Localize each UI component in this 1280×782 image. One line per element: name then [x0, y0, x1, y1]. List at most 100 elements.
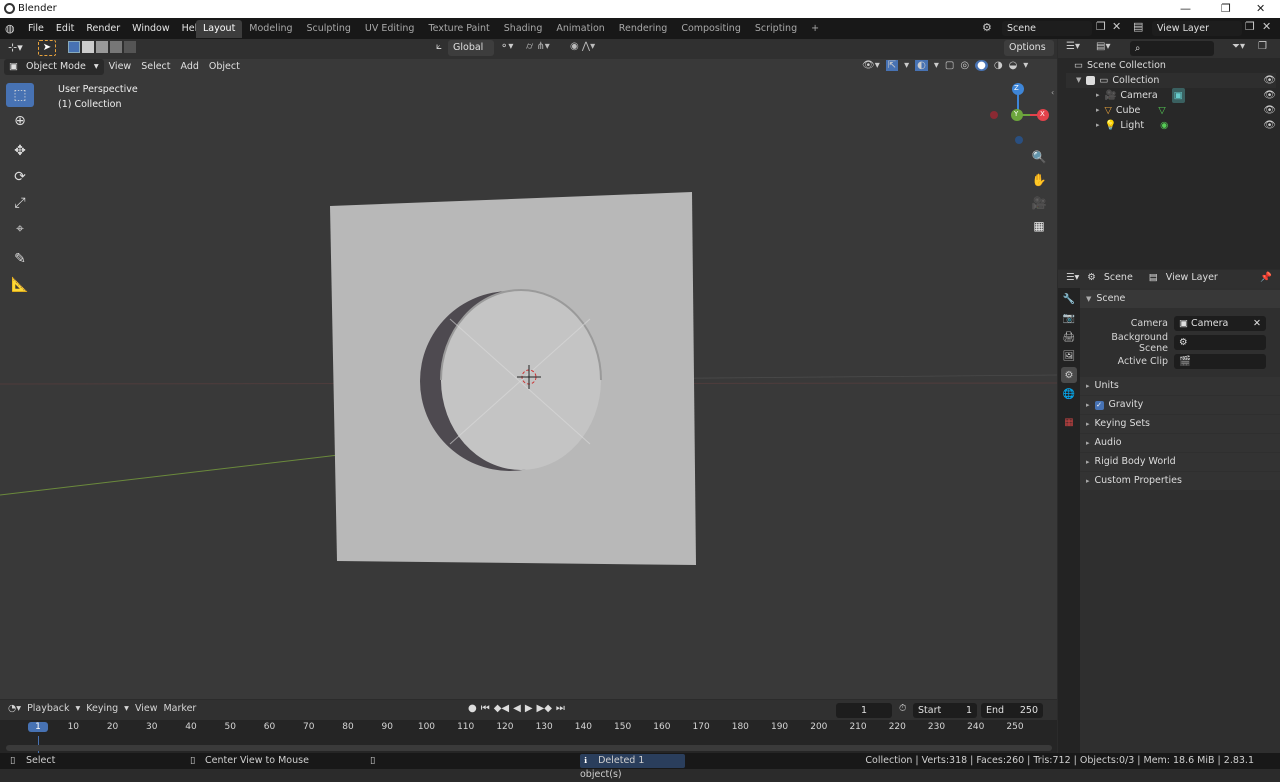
- delete-scene-icon[interactable]: ✕: [1112, 20, 1121, 33]
- 3d-viewport[interactable]: Z X Y: [0, 59, 1057, 699]
- tab-texture-paint[interactable]: Texture Paint: [421, 20, 496, 38]
- prev-keyframe-icon[interactable]: ◆◀: [494, 703, 509, 714]
- rendered-shading-icon[interactable]: ◒: [1009, 60, 1018, 71]
- material-shading-icon[interactable]: ◑: [994, 60, 1003, 71]
- snap-icon[interactable]: ⌭ ⋔▾: [526, 41, 550, 52]
- play-icon[interactable]: ▶: [525, 703, 533, 714]
- play-reverse-icon[interactable]: ◀: [513, 703, 521, 714]
- timeline-area[interactable]: 1 10 20 30 40 50 60 70 80 90 100 110 120 130 140 150 160…: [0, 720, 1057, 753]
- select-subtract-icon[interactable]: [96, 41, 108, 53]
- camera-selector[interactable]: ▣ Camera ✕: [1174, 316, 1266, 331]
- display-mode-icon[interactable]: ▤▾: [1096, 41, 1110, 52]
- camera-view-icon[interactable]: 🎥: [1029, 193, 1049, 213]
- timeline-editor-icon[interactable]: ◔▾: [8, 703, 21, 714]
- tab-uv-editing[interactable]: UV Editing: [358, 20, 422, 38]
- outliner-scene-collection[interactable]: ▭ Scene Collection: [1066, 58, 1276, 73]
- new-viewlayer-icon[interactable]: ❐: [1245, 20, 1255, 33]
- menu-file[interactable]: File: [22, 20, 50, 37]
- rigid-body-section-header[interactable]: ▸ Rigid Body World: [1080, 453, 1280, 471]
- mesh-data-icon[interactable]: ▽: [1158, 103, 1165, 118]
- outliner-editor-icon[interactable]: ☰▾: [1066, 41, 1080, 52]
- outliner-item-cube[interactable]: ▸ ▽ Cube ▽ 👁: [1066, 103, 1276, 118]
- stopwatch-icon[interactable]: ⏱: [899, 703, 906, 714]
- start-frame-field[interactable]: Start 1: [913, 703, 977, 718]
- tool-properties-icon[interactable]: 🔧: [1061, 291, 1077, 307]
- add-workspace-button[interactable]: +: [804, 20, 826, 38]
- background-scene-selector[interactable]: ⚙: [1174, 335, 1266, 350]
- measure-tool-icon[interactable]: 📐: [6, 273, 34, 297]
- wireframe-shading-icon[interactable]: ◎: [960, 60, 969, 71]
- proportional-edit-icon[interactable]: ◉ ⋀▾: [570, 41, 595, 52]
- render-properties-icon[interactable]: 📷: [1061, 310, 1077, 326]
- tab-shading[interactable]: Shading: [497, 20, 550, 38]
- viewport-menu-select[interactable]: Select: [136, 59, 175, 75]
- next-keyframe-icon[interactable]: ▶◆: [537, 703, 552, 714]
- pan-hand-icon[interactable]: ✋: [1029, 170, 1049, 190]
- viewport-menu-add[interactable]: Add: [176, 59, 204, 75]
- options-dropdown[interactable]: Options ▾: [1004, 40, 1054, 69]
- close-window-button[interactable]: ✕: [1256, 2, 1265, 15]
- cursor-tool-icon[interactable]: ⊕: [6, 109, 34, 133]
- texture-properties-icon[interactable]: ▦: [1061, 414, 1077, 430]
- maximize-button[interactable]: ❐: [1221, 2, 1231, 15]
- scale-tool-icon[interactable]: ⤢: [6, 191, 34, 215]
- clear-icon[interactable]: ✕: [1253, 316, 1261, 331]
- breadcrumb-viewlayer[interactable]: View Layer: [1166, 272, 1218, 283]
- select-intersect-icon[interactable]: [124, 41, 136, 53]
- perspective-grid-icon[interactable]: ▦: [1029, 216, 1049, 236]
- new-collection-icon[interactable]: ❐: [1258, 41, 1267, 52]
- tab-modeling[interactable]: Modeling: [242, 20, 299, 38]
- viewlayer-properties-icon[interactable]: 🖼: [1061, 348, 1077, 364]
- annotate-tool-icon[interactable]: ✎: [6, 247, 34, 271]
- eye-icon[interactable]: 👁: [1263, 88, 1276, 103]
- outliner-item-camera[interactable]: ▸ 🎥 Camera ▣ 👁: [1066, 88, 1276, 103]
- gravity-checkbox-icon[interactable]: ✓: [1094, 400, 1104, 410]
- viewport-menu-object[interactable]: Object: [204, 59, 245, 75]
- tab-rendering[interactable]: Rendering: [612, 20, 675, 38]
- select-new-icon[interactable]: [68, 41, 80, 53]
- select-extend-icon[interactable]: [82, 41, 94, 53]
- viewlayer-selector[interactable]: View Layer: [1152, 21, 1242, 36]
- camera-data-icon[interactable]: ▣: [1171, 88, 1185, 103]
- expand-icon[interactable]: ▸: [1096, 118, 1100, 133]
- expand-icon[interactable]: ▸: [1096, 88, 1100, 103]
- transform-orientation-dropdown[interactable]: Global ▾: [448, 40, 494, 69]
- overlay-dropdown-icon[interactable]: ▾: [934, 60, 939, 71]
- select-box-tool-icon[interactable]: ⬚: [6, 83, 34, 107]
- end-frame-field[interactable]: End 250: [981, 703, 1043, 718]
- custom-properties-section-header[interactable]: ▸ Custom Properties: [1080, 472, 1280, 490]
- new-scene-icon[interactable]: ❐: [1096, 20, 1106, 33]
- solid-shading-icon[interactable]: ●: [975, 60, 988, 71]
- zoom-icon[interactable]: 🔍: [1029, 147, 1049, 167]
- scene-section-header[interactable]: ▼ Scene: [1080, 290, 1280, 308]
- visibility-icon[interactable]: 👁▾: [862, 60, 880, 71]
- overlay-toggle-icon[interactable]: ◐: [915, 60, 928, 71]
- transform-tool-icon[interactable]: ⌖: [6, 217, 34, 241]
- menu-render[interactable]: Render: [80, 20, 126, 37]
- properties-editor-icon[interactable]: ☰▾: [1066, 272, 1079, 283]
- rotate-tool-icon[interactable]: ⟳: [6, 165, 34, 189]
- tab-compositing[interactable]: Compositing: [674, 20, 748, 38]
- status-report[interactable]: ℹ Deleted 1 object(s): [580, 754, 685, 780]
- outliner-item-light[interactable]: ▸ 💡 Light ◉ 👁: [1066, 118, 1276, 133]
- checkbox-icon[interactable]: [1086, 76, 1096, 85]
- jump-end-icon[interactable]: ⏭: [556, 703, 565, 714]
- units-section-header[interactable]: ▸ Units: [1080, 377, 1280, 395]
- record-icon[interactable]: ●: [468, 703, 477, 714]
- gizmo-dropdown-icon[interactable]: ▾: [904, 60, 909, 71]
- keying-sets-section-header[interactable]: ▸ Keying Sets: [1080, 415, 1280, 433]
- expand-icon[interactable]: ▸: [1096, 103, 1100, 118]
- eye-icon[interactable]: 👁: [1263, 73, 1276, 88]
- viewport-menu-view[interactable]: View: [104, 59, 137, 75]
- select-invert-icon[interactable]: [110, 41, 122, 53]
- tab-sculpting[interactable]: Sculpting: [300, 20, 358, 38]
- light-data-icon[interactable]: ◉: [1160, 118, 1168, 133]
- outliner-collection[interactable]: ▼ ▭ Collection 👁: [1066, 73, 1276, 88]
- world-properties-icon[interactable]: 🌐: [1061, 386, 1077, 402]
- breadcrumb-scene[interactable]: Scene: [1104, 272, 1133, 283]
- object-mode-dropdown[interactable]: ▣ Object Mode ▾: [4, 59, 104, 75]
- tab-scripting[interactable]: Scripting: [748, 20, 804, 38]
- collapse-icon[interactable]: ▼: [1076, 73, 1081, 88]
- select-tool-icon[interactable]: ➤: [38, 40, 56, 56]
- scene-properties-icon[interactable]: ⚙: [1061, 367, 1077, 383]
